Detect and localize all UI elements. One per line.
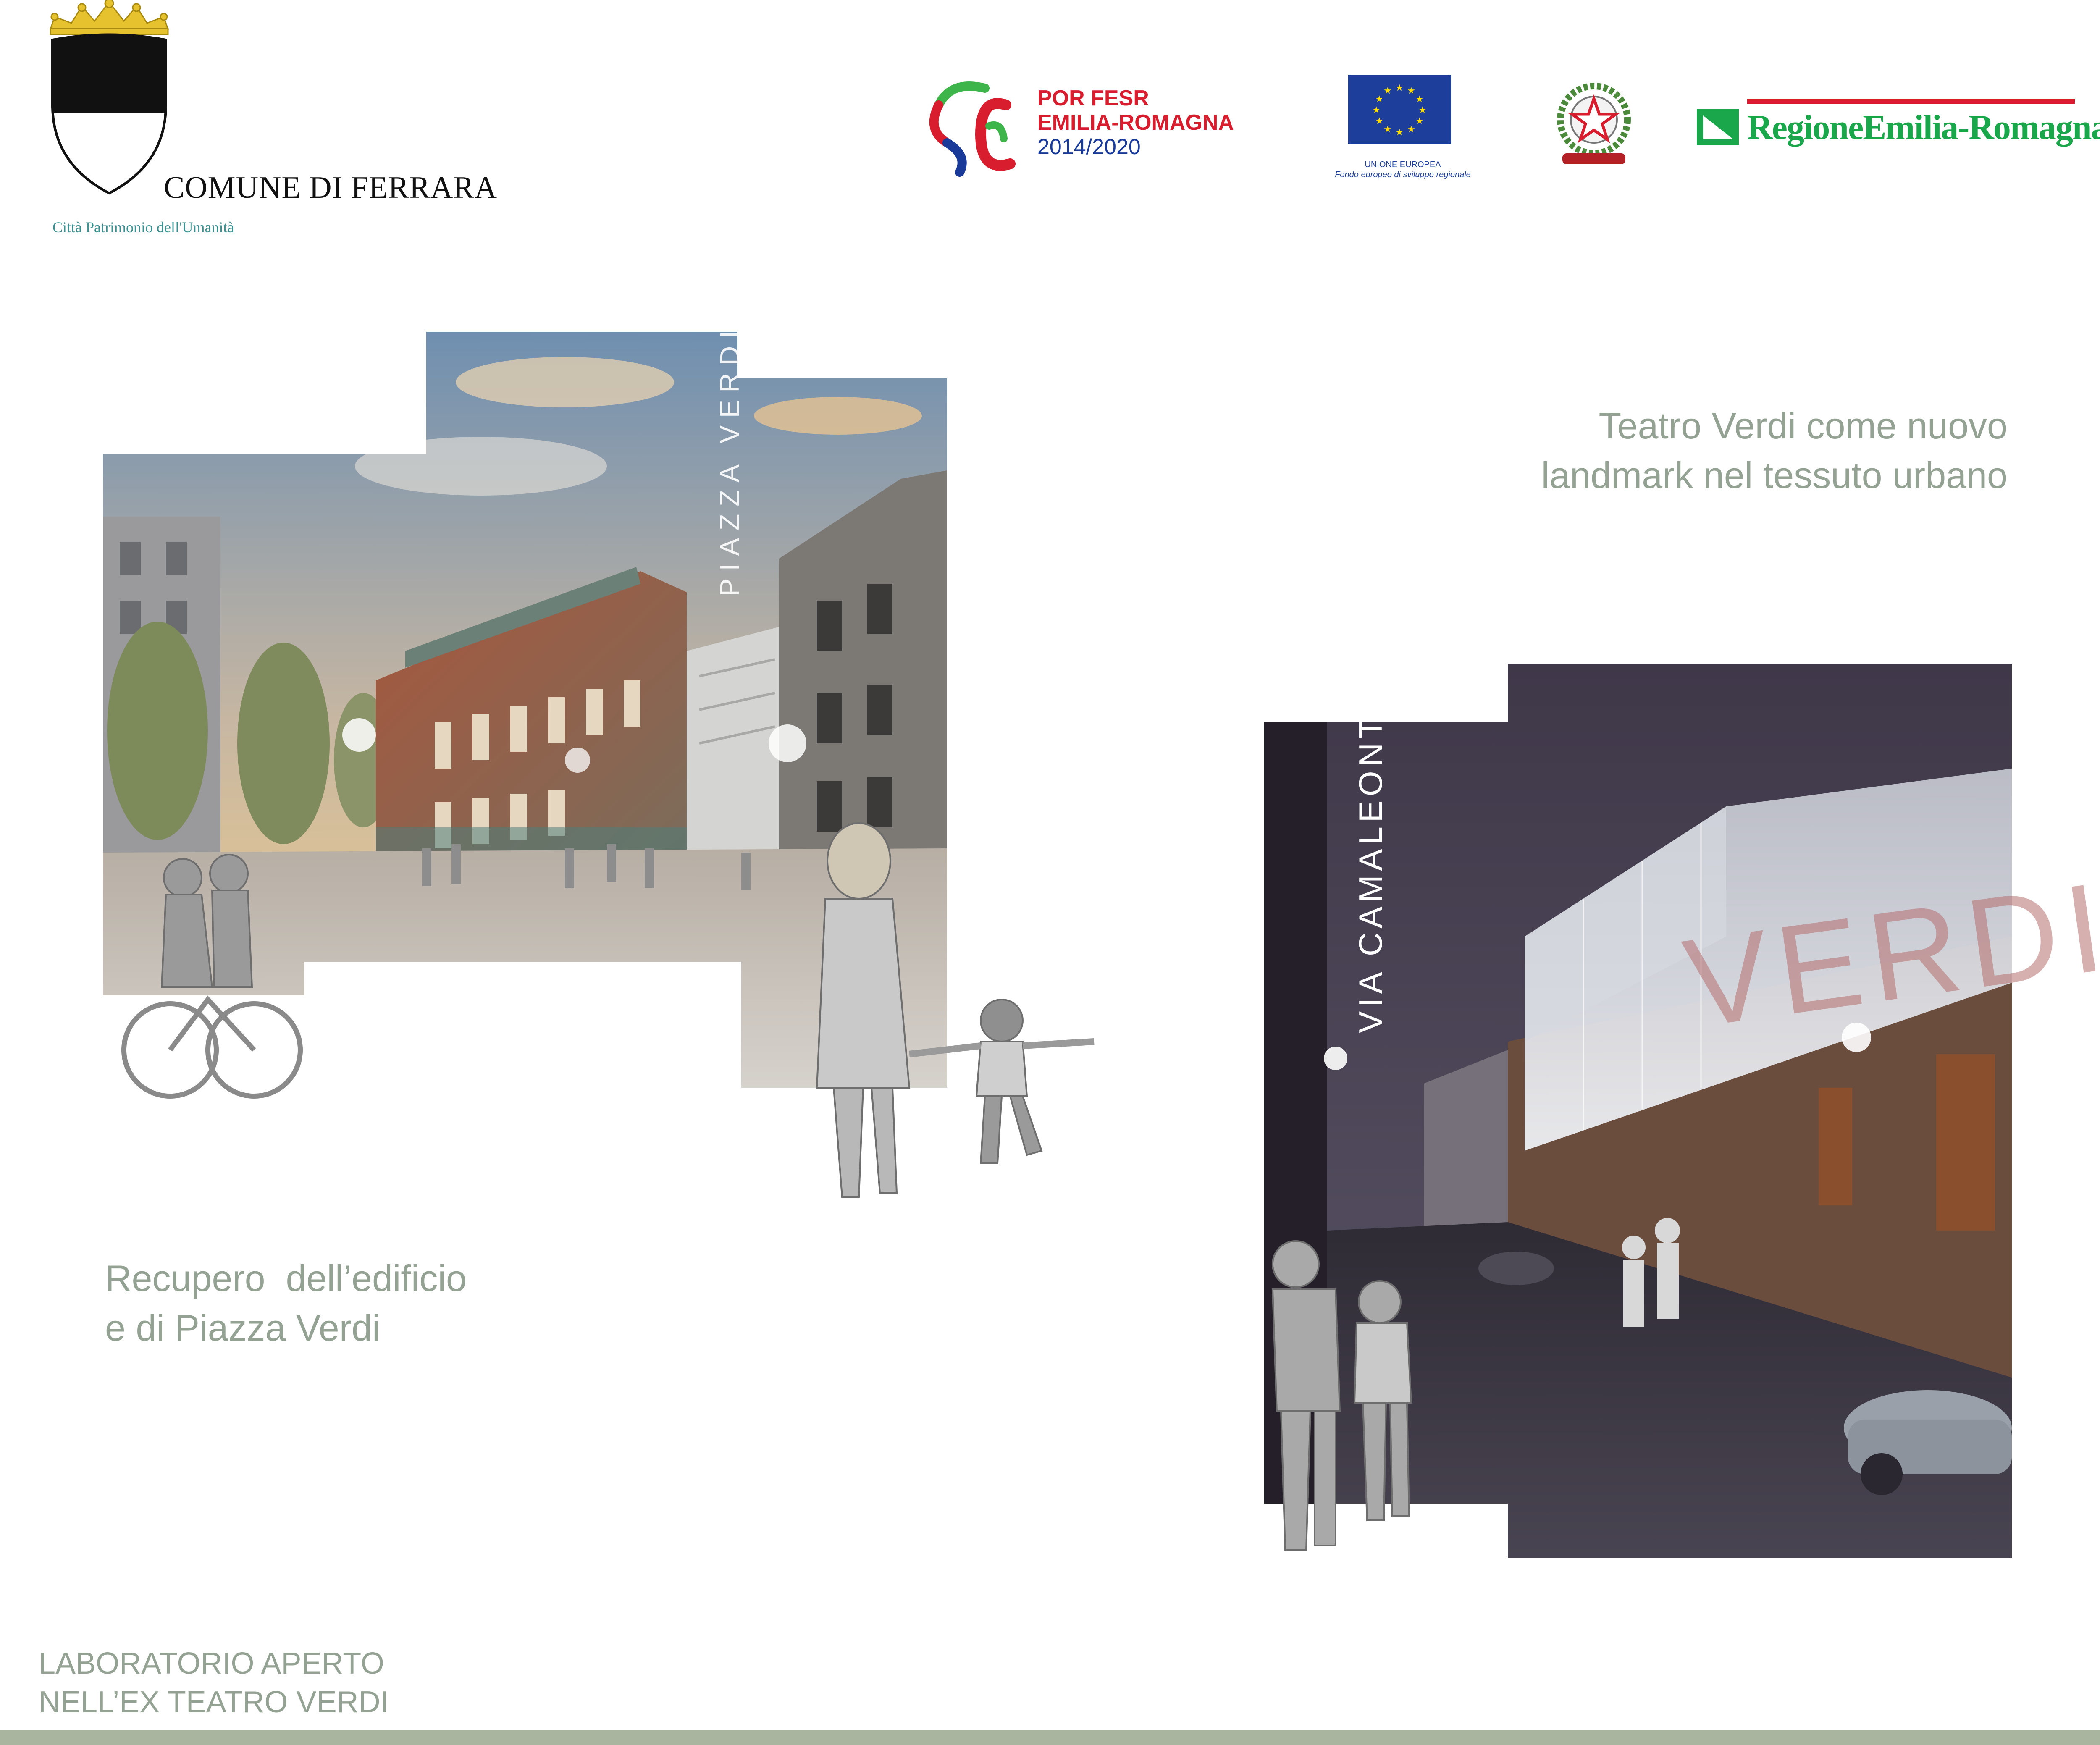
svg-text:★: ★ (1415, 94, 1424, 105)
piazza-verdi-render-image (103, 332, 1095, 1198)
eu-flag-icon: ★ ★★ ★★★ ★★★ ★★★ (1348, 75, 1451, 144)
italian-republic-emblem-icon (1557, 83, 1631, 164)
comune-tagline: Città Patrimonio dell'Umanità (52, 219, 234, 236)
caption-landmark-line1: Teatro Verdi come nuovo (1599, 405, 2008, 446)
por-fesr-line1: POR FESR (1037, 86, 1149, 110)
por-fesr-years: 2014/2020 (1037, 135, 1141, 159)
caption-landmark: Teatro Verdi come nuovo landmark nel tes… (1302, 401, 2008, 500)
svg-text:★: ★ (1407, 86, 1415, 96)
svg-text:★: ★ (1407, 124, 1415, 135)
caption-landmark-line2: landmark nel tessuto urbano (1541, 454, 2008, 496)
por-fesr-logo-icon (929, 81, 1016, 177)
caption-recupero-line1: Recupero dell’edificio (105, 1257, 467, 1299)
svg-text:★: ★ (1395, 83, 1404, 93)
svg-text:★: ★ (1415, 116, 1424, 126)
footer-line1: LABORATORIO APERTO (39, 1647, 384, 1680)
svg-text:★: ★ (1372, 105, 1381, 115)
svg-text:★: ★ (1383, 86, 1392, 96)
eu-caption-line2: Fondo europeo di sviluppo regionale (1335, 170, 1471, 179)
svg-text:★: ★ (1395, 127, 1404, 138)
caption-recupero-line2: e di Piazza Verdi (105, 1307, 381, 1349)
por-fesr-line2: EMILIA-ROMAGNA (1037, 110, 1234, 135)
footer-bar (0, 1730, 2100, 1745)
eu-caption-line1: UNIONE EUROPEA (1365, 160, 1441, 169)
svg-text:★: ★ (1375, 116, 1383, 126)
por-fesr-text: POR FESR EMILIA-ROMAGNA 2014/2020 (1037, 86, 1234, 159)
svg-text:★: ★ (1383, 124, 1392, 135)
caption-recupero: Recupero dell’edificio e di Piazza Verdi (105, 1254, 467, 1353)
comune-name: COMUNE DI FERRARA (164, 171, 498, 205)
footer-line2: NELL’EX TEATRO VERDI (39, 1685, 389, 1719)
eu-caption: UNIONE EUROPEA Fondo europeo di sviluppo… (1310, 160, 1495, 180)
via-camaleonte-label: VIA CAMALEONTE (1352, 688, 1389, 1033)
regione-name: RegioneEmilia-Romagna (1747, 108, 2100, 147)
svg-text:★: ★ (1418, 105, 1427, 115)
footer-title: LABORATORIO APERTO NELL’EX TEATRO VERDI (39, 1644, 389, 1721)
ferrara-crest-icon (49, 0, 169, 195)
svg-text:★: ★ (1375, 94, 1383, 105)
piazza-verdi-label: PIAZZA VERDI (714, 323, 745, 596)
